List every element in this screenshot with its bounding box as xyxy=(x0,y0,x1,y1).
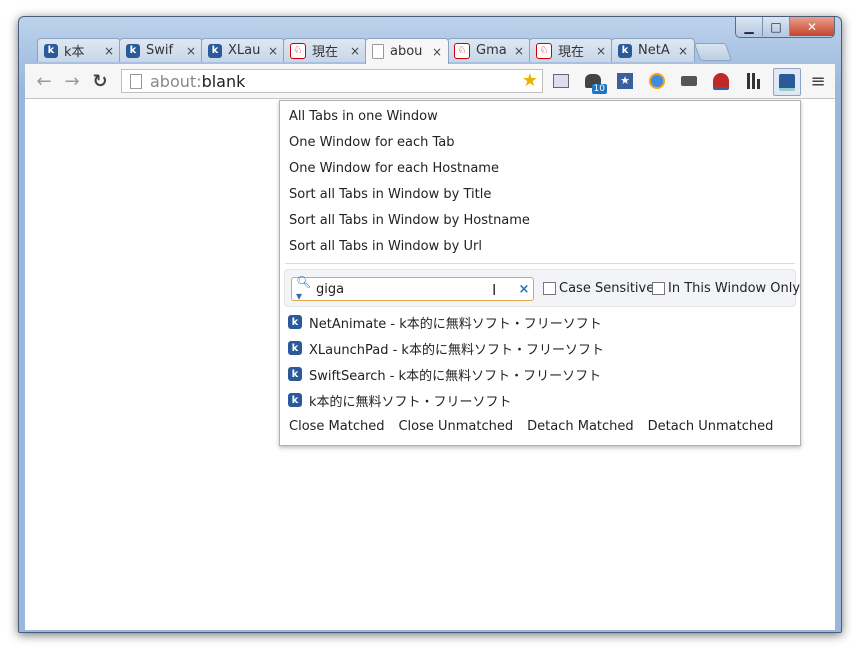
search-value: giga xyxy=(316,281,345,297)
close-window-button[interactable]: ✕ xyxy=(790,17,834,36)
toolbar: ← → ↻ about: blank ★ 10 ★ ≡ xyxy=(25,64,835,99)
reload-icon[interactable]: ↻ xyxy=(89,70,111,92)
tab-title: k本 xyxy=(64,45,85,60)
tab-close-icon[interactable]: × xyxy=(348,44,362,58)
k-site-icon: k xyxy=(208,43,222,58)
checkbox-box[interactable] xyxy=(652,282,665,295)
extension-window-icon[interactable] xyxy=(551,71,571,91)
tab-title: Gma xyxy=(476,43,507,58)
extension-badge-count: 10 xyxy=(591,84,607,94)
k-site-icon: k xyxy=(618,43,632,58)
address-bar[interactable]: about: blank ★ xyxy=(121,69,543,93)
cmd-sort-by-url[interactable]: Sort all Tabs in Window by Url xyxy=(289,237,482,257)
detach-unmatched-link[interactable]: Detach Unmatched xyxy=(648,419,774,434)
tab-close-icon[interactable]: × xyxy=(430,45,444,59)
maximize-button[interactable]: □ xyxy=(763,17,790,36)
tab-close-icon[interactable]: × xyxy=(594,44,608,58)
case-sensitive-label: Case Sensitive xyxy=(559,281,655,296)
tab-title: abou xyxy=(390,44,423,59)
search-bar: 🔍︎▾ giga I × Case Sensitive In This Wind… xyxy=(284,269,800,307)
red-dome-icon[interactable] xyxy=(711,71,731,91)
this-window-only-label: In This Window Only xyxy=(668,281,801,296)
cmd-sort-by-hostname[interactable]: Sort all Tabs in Window by Hostname xyxy=(289,211,530,231)
result-item[interactable]: k k本的に無料ソフト・フリーソフト xyxy=(288,390,512,410)
tab-title: Swif xyxy=(146,43,174,58)
close-unmatched-link[interactable]: Close Unmatched xyxy=(398,419,513,434)
search-icon: 🔍︎▾ xyxy=(296,275,312,303)
result-title: NetAnimate - k本的に無料ソフト・フリーソフト xyxy=(309,316,602,332)
cmd-all-tabs-one-window[interactable]: All Tabs in one Window xyxy=(289,107,438,127)
k-site-icon: k xyxy=(288,367,302,381)
result-item[interactable]: k XLaunchPad - k本的に無料ソフト・フリーソフト xyxy=(288,338,604,358)
window-controls: ▁ □ ✕ xyxy=(735,17,835,38)
tab-2[interactable]: k Swif × xyxy=(119,38,203,62)
red-site-icon: ♘ xyxy=(290,42,306,59)
page-icon xyxy=(130,73,142,89)
cmd-window-each-hostname[interactable]: One Window for each Hostname xyxy=(289,159,499,179)
new-tab-button[interactable] xyxy=(693,43,733,61)
tab-title: 現在 xyxy=(558,45,585,60)
tab-7[interactable]: ♘ 現在 × xyxy=(529,38,613,62)
tab-title: XLau xyxy=(228,43,261,58)
k-site-icon: k xyxy=(288,315,302,329)
this-window-only-checkbox[interactable]: In This Window Only xyxy=(652,281,800,296)
tab-close-icon[interactable]: × xyxy=(102,44,116,58)
bookmark-manager-icon[interactable]: ★ xyxy=(615,71,635,91)
k-site-icon: k xyxy=(288,393,302,407)
tab-5-active[interactable]: abou × xyxy=(365,38,449,64)
camera-icon[interactable] xyxy=(679,71,699,91)
tab-3[interactable]: k XLau × xyxy=(201,38,285,62)
cmd-window-each-tab[interactable]: One Window for each Tab xyxy=(289,133,455,153)
result-item[interactable]: k SwiftSearch - k本的に無料ソフト・フリーソフト xyxy=(288,364,601,384)
cmd-sort-by-title[interactable]: Sort all Tabs in Window by Title xyxy=(289,185,491,205)
red-site-icon: ♘ xyxy=(454,42,470,59)
detach-matched-link[interactable]: Detach Matched xyxy=(527,419,634,434)
minimize-button[interactable]: ▁ xyxy=(736,17,763,36)
text-cursor-icon: I xyxy=(492,281,497,299)
clear-search-icon[interactable]: × xyxy=(515,282,533,297)
k-site-icon: k xyxy=(44,43,58,58)
tab-close-icon[interactable]: × xyxy=(266,44,280,58)
menu-icon[interactable]: ≡ xyxy=(807,70,829,92)
tab-6[interactable]: ♘ Gma × xyxy=(447,38,531,62)
result-item[interactable]: k NetAnimate - k本的に無料ソフト・フリーソフト xyxy=(288,312,602,332)
tab-4[interactable]: ♘ 現在 × xyxy=(283,38,367,62)
gear-icon[interactable] xyxy=(647,71,667,91)
forward-arrow-icon[interactable]: → xyxy=(61,70,83,92)
result-title: SwiftSearch - k本的に無料ソフト・フリーソフト xyxy=(309,368,602,384)
url-scheme: about: xyxy=(150,71,202,91)
bookmark-star-icon[interactable]: ★ xyxy=(522,70,538,91)
tab-title: 現在 xyxy=(312,45,339,60)
match-actions: Close Matched Close Unmatched Detach Mat… xyxy=(289,419,773,434)
tab-strip: k k本 × k Swif × k XLau × ♘ 現在 × abou × ♘… xyxy=(37,38,837,64)
k-site-icon: k xyxy=(288,341,302,355)
close-matched-link[interactable]: Close Matched xyxy=(289,419,384,434)
tab-manager-extension-icon[interactable] xyxy=(773,68,801,96)
bars-icon[interactable] xyxy=(743,71,763,91)
tab-8[interactable]: k NetA × xyxy=(611,38,695,62)
search-input[interactable]: 🔍︎▾ giga I × xyxy=(291,275,534,303)
tab-title: NetA xyxy=(638,43,670,58)
result-title: k本的に無料ソフト・フリーソフト xyxy=(309,394,512,410)
page-icon xyxy=(372,44,384,59)
tab-manager-popup: All Tabs in one Window One Window for ea… xyxy=(279,100,801,446)
case-sensitive-checkbox[interactable]: Case Sensitive xyxy=(543,281,654,296)
tab-1[interactable]: k k本 × xyxy=(37,38,121,62)
tab-close-icon[interactable]: × xyxy=(676,44,690,58)
divider xyxy=(285,263,795,264)
tab-close-icon[interactable]: × xyxy=(512,44,526,58)
red-site-icon: ♘ xyxy=(536,42,552,59)
checkbox-box[interactable] xyxy=(543,282,556,295)
k-site-icon: k xyxy=(126,43,140,58)
url-path: blank xyxy=(201,71,246,91)
tab-close-icon[interactable]: × xyxy=(184,44,198,58)
extension-badge-icon[interactable]: 10 xyxy=(583,71,607,94)
result-title: XLaunchPad - k本的に無料ソフト・フリーソフト xyxy=(309,342,604,358)
back-arrow-icon[interactable]: ← xyxy=(33,70,55,92)
